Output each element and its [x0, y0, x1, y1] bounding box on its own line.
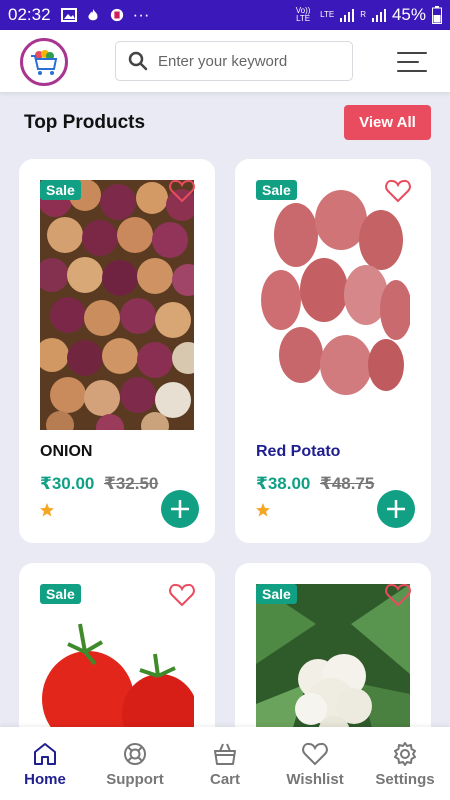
nav-settings[interactable]: Settings: [360, 727, 450, 800]
cart-icon: [214, 743, 236, 765]
status-time: 02:32: [8, 5, 51, 24]
add-to-cart-button[interactable]: [377, 490, 415, 528]
search-input[interactable]: [158, 52, 348, 70]
sale-badge: Sale: [40, 584, 81, 604]
wishlist-heart-icon[interactable]: [385, 179, 411, 203]
app-header: [0, 30, 450, 92]
fire-icon: [87, 8, 98, 21]
nav-home-label: Home: [24, 771, 66, 788]
product-name[interactable]: ONION: [40, 443, 92, 461]
gear-icon: [394, 742, 416, 766]
app-logo[interactable]: [20, 38, 68, 86]
onion-image: [40, 180, 194, 430]
menu-button[interactable]: [397, 52, 427, 72]
nav-cart-label: Cart: [209, 771, 240, 788]
roaming-label: R: [360, 10, 366, 19]
signal-icon-2: [371, 9, 386, 22]
nav-cart[interactable]: Cart: [180, 727, 270, 800]
battery-percent: 45%: [391, 5, 426, 24]
support-icon: [124, 743, 146, 765]
nav-wishlist-label: Wishlist: [286, 771, 344, 788]
plus-icon: [387, 500, 405, 518]
heart-icon: [302, 742, 328, 766]
section-title: Top Products: [24, 112, 146, 133]
menu-line: [397, 61, 419, 63]
product-old-price: ₹32.50: [104, 474, 159, 493]
app-icon: [110, 8, 123, 22]
product-card[interactable]: Sale Red Potato ₹38.00 ₹48.75: [235, 159, 431, 543]
gallery-icon: [60, 8, 77, 22]
status-bar: 02:32 ··· Vo)) LTE LTE R 45%: [0, 0, 450, 30]
signal-icon: [340, 9, 355, 22]
battery-icon: [432, 6, 442, 24]
plus-icon: [171, 500, 189, 518]
add-to-cart-button[interactable]: [161, 490, 199, 528]
sale-badge: Sale: [256, 180, 297, 200]
menu-line: [397, 70, 427, 72]
lte-label: LTE: [320, 10, 335, 19]
product-old-price: ₹48.75: [320, 474, 375, 493]
sale-badge: Sale: [40, 180, 81, 200]
home-icon: [34, 743, 56, 765]
nav-support[interactable]: Support: [90, 727, 180, 800]
nav-support-label: Support: [106, 771, 164, 788]
nav-home[interactable]: Home: [0, 727, 90, 800]
red-potato-image: [256, 180, 410, 430]
status-right: Vo)) LTE LTE R 45%: [292, 5, 442, 25]
search-icon: [128, 51, 148, 71]
product-price: ₹38.00: [256, 474, 311, 493]
rating-star-icon: [40, 503, 54, 517]
product-card[interactable]: Sale ONION ₹30.00 ₹32.50: [19, 159, 215, 543]
bottom-navigation: Home Support Cart Wishlist Settings: [0, 727, 450, 800]
search-box[interactable]: [115, 41, 353, 81]
wishlist-heart-icon[interactable]: [169, 583, 195, 607]
product-name[interactable]: Red Potato: [256, 443, 340, 461]
rating-star-icon: [256, 503, 270, 517]
product-price: ₹30.00: [40, 474, 95, 493]
status-dots: ···: [132, 5, 150, 24]
sale-badge: Sale: [256, 584, 297, 604]
menu-line: [397, 52, 427, 54]
volte-label: Vo)) LTE: [295, 6, 311, 23]
nav-wishlist[interactable]: Wishlist: [270, 727, 360, 800]
wishlist-heart-icon[interactable]: [169, 179, 195, 203]
nav-settings-label: Settings: [375, 771, 435, 788]
wishlist-heart-icon[interactable]: [385, 583, 411, 607]
shopping-cart-logo-icon: [31, 50, 58, 75]
view-all-button[interactable]: View All: [344, 105, 431, 140]
